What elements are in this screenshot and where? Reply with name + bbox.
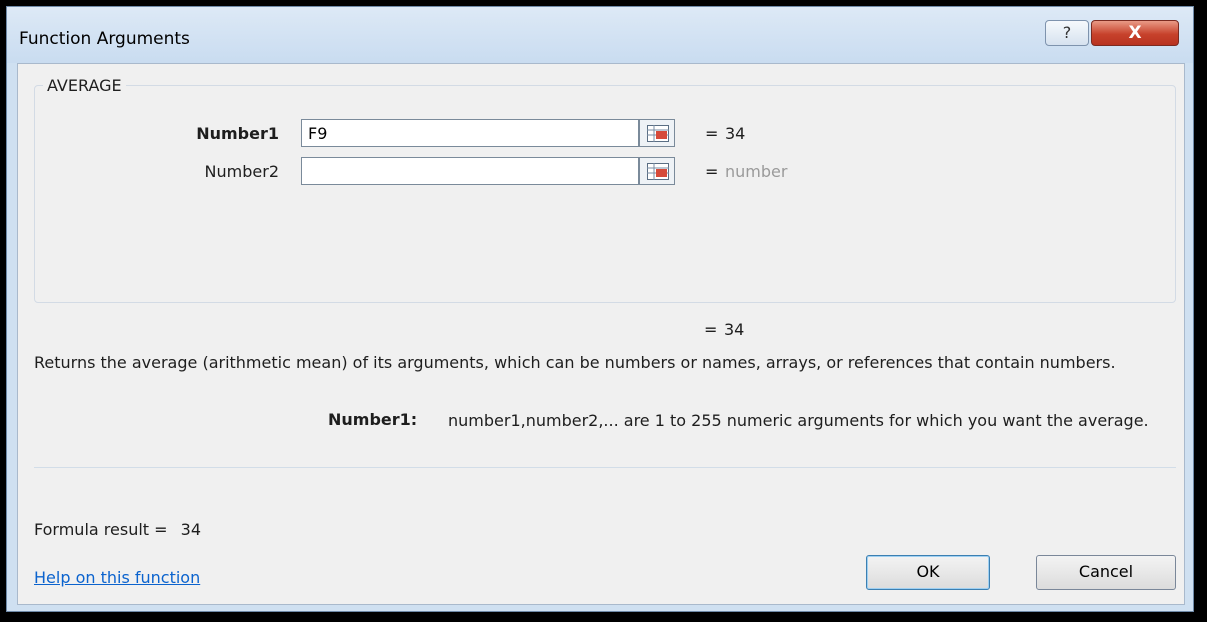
- divider: [34, 467, 1176, 468]
- dialog-body: AVERAGE Number1 = 34 Number2: [17, 63, 1185, 605]
- function-description: Returns the average (arithmetic mean) of…: [34, 353, 1116, 372]
- arg-help-text: number1,number2,... are 1 to 255 numeric…: [448, 411, 1149, 430]
- number2-equals: =: [705, 162, 719, 181]
- overall-result: 34: [724, 320, 745, 339]
- function-name: AVERAGE: [43, 76, 126, 95]
- number1-equals: =: [705, 124, 719, 143]
- title-bar[interactable]: Function Arguments ? X: [7, 7, 1193, 63]
- arguments-group: AVERAGE Number1 = 34 Number2: [34, 76, 1176, 303]
- number1-result: 34: [725, 124, 746, 143]
- dialog-title: Function Arguments: [19, 29, 190, 49]
- formula-result-label: Formula result =: [34, 520, 168, 539]
- arg-help-name: Number1:: [328, 410, 418, 429]
- formula-result: Formula result = 34: [34, 520, 201, 539]
- help-on-function-link[interactable]: Help on this function: [34, 568, 200, 587]
- close-icon[interactable]: X: [1091, 20, 1179, 46]
- number2-result-placeholder: number: [725, 162, 788, 181]
- number2-input[interactable]: [301, 157, 639, 185]
- overall-equals: =: [704, 320, 718, 339]
- number2-range-selector-icon[interactable]: [639, 157, 675, 185]
- number1-label: Number1: [196, 124, 279, 143]
- number2-label: Number2: [204, 162, 279, 181]
- function-arguments-dialog: Function Arguments ? X AVERAGE Number1 =…: [6, 6, 1194, 612]
- number1-input[interactable]: [301, 119, 639, 147]
- ok-button[interactable]: OK: [866, 555, 990, 590]
- help-icon[interactable]: ?: [1045, 20, 1089, 46]
- number1-range-selector-icon[interactable]: [639, 119, 675, 147]
- formula-result-value: 34: [180, 520, 201, 539]
- cancel-button[interactable]: Cancel: [1036, 555, 1176, 590]
